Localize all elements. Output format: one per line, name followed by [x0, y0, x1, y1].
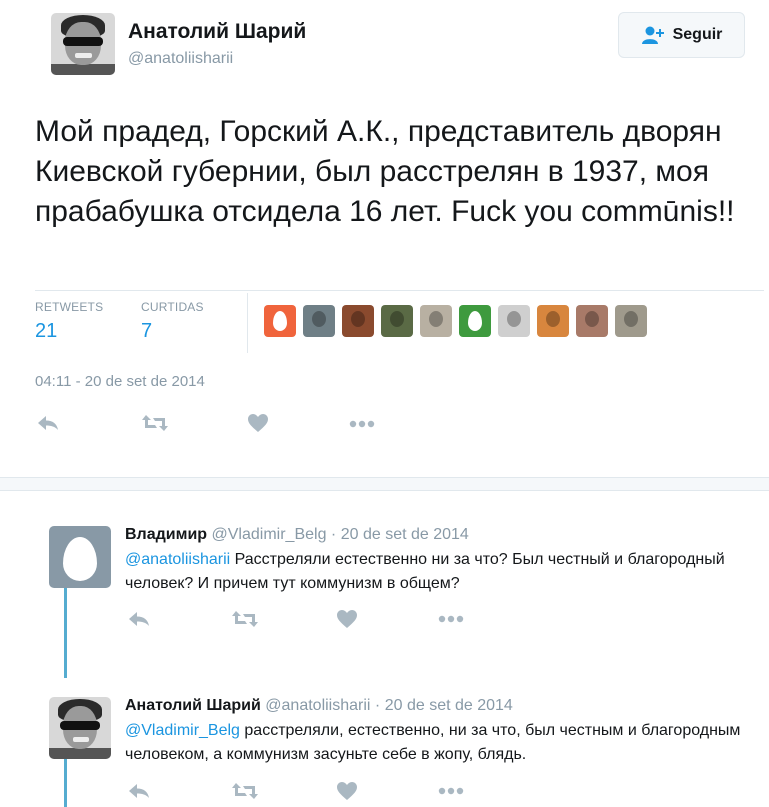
egg-avatar-icon	[468, 311, 482, 331]
liker-avatar[interactable]	[303, 305, 335, 337]
reply-author-name[interactable]: Владимир	[125, 526, 207, 543]
more-action[interactable]	[438, 787, 464, 795]
liker-avatar[interactable]	[420, 305, 452, 337]
user-avatar-icon	[546, 311, 560, 327]
likes-count: 7	[141, 320, 153, 342]
reply-header: Владимир @Vladimir_Belg · 20 de set de 2…	[125, 526, 469, 544]
reply-avatar[interactable]	[49, 526, 111, 588]
more-dots-icon	[438, 615, 464, 623]
like-action[interactable]	[336, 609, 358, 629]
egg-avatar-icon	[63, 537, 97, 581]
more-action[interactable]	[438, 615, 464, 623]
retweet-action[interactable]	[141, 413, 169, 433]
reply-separator-dot: ·	[330, 526, 337, 543]
liker-avatar[interactable]	[381, 305, 413, 337]
more-dots-icon	[438, 787, 464, 795]
reply-icon	[38, 416, 58, 430]
reply-action[interactable]	[127, 781, 151, 801]
user-avatar-icon	[351, 311, 365, 327]
user-avatar-icon	[390, 311, 404, 327]
reply-icon	[129, 784, 149, 798]
user-avatar-icon	[624, 311, 638, 327]
like-action[interactable]	[336, 781, 358, 801]
thread-line	[64, 586, 67, 678]
author-avatar[interactable]	[51, 13, 115, 75]
heart-icon	[248, 414, 268, 432]
reply-action[interactable]	[127, 609, 151, 629]
retweets-stat[interactable]: RETWEETS 21	[35, 300, 103, 343]
user-avatar-icon	[312, 311, 326, 327]
reply-text: @Vladimir_Belg расстреляли, естественно,…	[125, 719, 745, 767]
tweet-text: Мой прадед, Горский А.К., представитель …	[35, 115, 735, 228]
heart-icon	[337, 782, 357, 800]
thread-line	[64, 758, 67, 807]
replies-separator	[0, 477, 769, 491]
author-name[interactable]: Анатолий Шарий	[128, 20, 306, 44]
liker-avatar[interactable]	[537, 305, 569, 337]
likes-stat[interactable]: CURTIDAS 7	[141, 300, 204, 343]
reply-date[interactable]: 20 de set de 2014	[341, 526, 469, 543]
liker-avatar[interactable]	[576, 305, 608, 337]
follow-button-label: Seguir	[672, 26, 723, 43]
reply-avatar[interactable]	[49, 697, 111, 759]
reply-date[interactable]: 20 de set de 2014	[385, 697, 513, 714]
liker-avatar[interactable]	[459, 305, 491, 337]
reply-mention[interactable]: @Vladimir_Belg	[125, 722, 240, 739]
reply-icon	[129, 612, 149, 626]
reply-author-handle[interactable]: @anatoliisharii	[265, 697, 370, 714]
reply-header: Анатолий Шарий @anatoliisharii · 20 de s…	[125, 697, 513, 715]
retweets-label: RETWEETS	[35, 300, 104, 314]
retweets-count: 21	[35, 320, 58, 342]
stats-vertical-divider	[247, 293, 248, 353]
liker-avatar[interactable]	[342, 305, 374, 337]
reply-author-handle[interactable]: @Vladimir_Belg	[212, 526, 327, 543]
reply-text: @anatoliisharii Расстреляли естественно …	[125, 548, 745, 596]
egg-avatar-icon	[273, 311, 287, 331]
liker-avatar[interactable]	[264, 305, 296, 337]
retweet-icon	[232, 611, 258, 627]
stats-divider	[35, 290, 764, 291]
user-avatar-icon	[429, 311, 443, 327]
more-action[interactable]	[349, 420, 375, 428]
retweet-action[interactable]	[231, 609, 259, 629]
tweet-timestamp[interactable]: 04:11 - 20 de set de 2014	[35, 373, 205, 390]
follow-button[interactable]: Seguir	[618, 12, 745, 58]
like-action[interactable]	[247, 413, 269, 433]
likes-label: CURTIDAS	[141, 300, 204, 314]
reply-author-name[interactable]: Анатолий Шарий	[125, 697, 261, 714]
user-avatar-icon	[507, 311, 521, 327]
liker-avatar[interactable]	[615, 305, 647, 337]
reply-separator-dot: ·	[374, 697, 381, 714]
retweet-icon	[142, 415, 168, 431]
reply-action[interactable]	[36, 413, 60, 433]
add-user-icon	[641, 26, 664, 44]
more-dots-icon	[349, 420, 375, 428]
retweet-icon	[232, 783, 258, 799]
heart-icon	[337, 610, 357, 628]
reply-mention[interactable]: @anatoliisharii	[125, 551, 230, 568]
user-avatar-icon	[585, 311, 599, 327]
retweet-action[interactable]	[231, 781, 259, 801]
author-handle[interactable]: @anatoliisharii	[128, 50, 233, 68]
liker-avatar[interactable]	[498, 305, 530, 337]
